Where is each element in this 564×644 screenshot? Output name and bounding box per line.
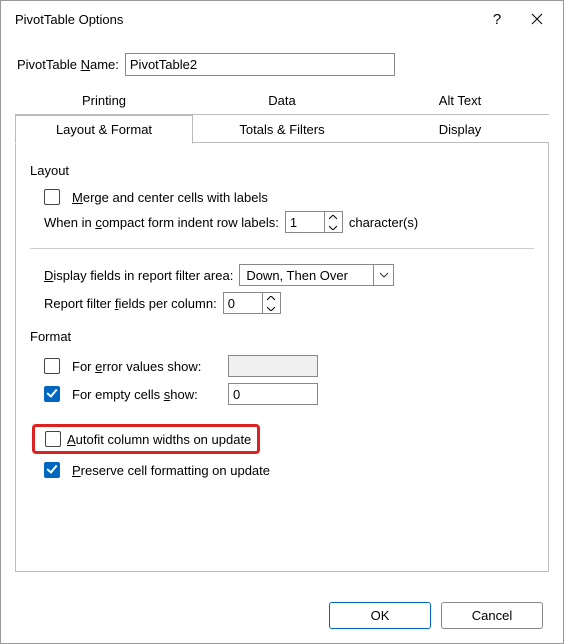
- preserve-checkbox[interactable]: [44, 462, 60, 478]
- fields-per-col-row: Report filter fields per column:: [30, 289, 534, 317]
- error-checkbox[interactable]: [44, 358, 60, 374]
- empty-row: For empty cells show:: [30, 380, 534, 408]
- autofit-highlight: Autofit column widths on update: [32, 424, 260, 454]
- chevron-up-icon: [329, 215, 337, 220]
- tab-data[interactable]: Data: [193, 86, 371, 114]
- filter-area-selected: Down, Then Over: [240, 268, 373, 283]
- tab-layout-format[interactable]: Layout & Format: [15, 115, 193, 144]
- fields-per-col-spinner[interactable]: [223, 292, 281, 314]
- section-format-label: Format: [30, 329, 534, 344]
- dialog-window: PivotTable Options ? PivotTable Name: Pr…: [0, 0, 564, 644]
- chevron-down-icon: [379, 272, 389, 278]
- titlebar: PivotTable Options ?: [1, 1, 563, 37]
- empty-checkbox[interactable]: [44, 386, 60, 402]
- chevron-down-icon: [267, 306, 275, 311]
- error-row: For error values show:: [30, 352, 534, 380]
- filter-area-dropdown[interactable]: Down, Then Over: [239, 264, 394, 286]
- error-label: For error values show:: [72, 359, 222, 374]
- indent-up[interactable]: [325, 212, 342, 222]
- indent-down[interactable]: [325, 222, 342, 232]
- tabpage-layout-format: Layout Merge and center cells with label…: [15, 142, 549, 572]
- ok-button[interactable]: OK: [329, 602, 431, 629]
- empty-value-input[interactable]: [228, 383, 318, 405]
- close-button[interactable]: [517, 3, 557, 35]
- tab-totals-filters[interactable]: Totals & Filters: [193, 115, 371, 143]
- indent-row: When in compact form indent row labels: …: [30, 208, 534, 236]
- spin-btns: [324, 212, 342, 232]
- divider: [30, 248, 534, 249]
- filter-area-label: Display fields in report filter area:: [44, 268, 233, 283]
- help-button[interactable]: ?: [477, 3, 517, 35]
- dialog-footer: OK Cancel: [1, 592, 563, 643]
- empty-label: For empty cells show:: [72, 387, 222, 402]
- chevron-down-icon: [329, 225, 337, 230]
- filter-area-row: Display fields in report filter area: Do…: [30, 261, 534, 289]
- tab-printing[interactable]: Printing: [15, 86, 193, 114]
- autofit-checkbox[interactable]: [45, 431, 61, 447]
- fields-per-col-up[interactable]: [263, 293, 280, 303]
- merge-row: Merge and center cells with labels: [30, 186, 534, 208]
- tab-alt-text[interactable]: Alt Text: [371, 86, 549, 114]
- tabs-row-upper: Printing Data Alt Text: [15, 86, 549, 115]
- chevron-up-icon: [267, 296, 275, 301]
- preserve-row: Preserve cell formatting on update: [30, 458, 534, 481]
- section-layout-label: Layout: [30, 163, 534, 178]
- help-icon: ?: [493, 11, 501, 28]
- name-label: PivotTable Name:: [17, 57, 119, 72]
- merge-checkbox[interactable]: [44, 189, 60, 205]
- filter-area-dd-btn[interactable]: [373, 265, 393, 285]
- indent-spinner[interactable]: [285, 211, 343, 233]
- close-icon: [531, 13, 543, 25]
- fields-per-col-input[interactable]: [224, 293, 262, 313]
- fields-per-col-down[interactable]: [263, 303, 280, 313]
- error-value-input: [228, 355, 318, 377]
- name-row: PivotTable Name:: [1, 37, 563, 86]
- pivot-name-input[interactable]: [125, 53, 395, 76]
- tabs-row-lower: Layout & Format Totals & Filters Display: [15, 115, 549, 143]
- cancel-button[interactable]: Cancel: [441, 602, 543, 629]
- fields-per-col-label: Report filter fields per column:: [44, 296, 217, 311]
- indent-label-pre: When in compact form indent row labels:: [44, 215, 279, 230]
- autofit-label: Autofit column widths on update: [67, 432, 251, 447]
- indent-input[interactable]: [286, 212, 324, 232]
- tabs: Printing Data Alt Text Layout & Format T…: [1, 86, 563, 573]
- spin-btns: [262, 293, 280, 313]
- indent-label-post: character(s): [349, 215, 418, 230]
- tab-display[interactable]: Display: [371, 115, 549, 143]
- dialog-title: PivotTable Options: [15, 12, 477, 27]
- merge-label: Merge and center cells with labels: [72, 190, 268, 205]
- preserve-label: Preserve cell formatting on update: [72, 463, 270, 478]
